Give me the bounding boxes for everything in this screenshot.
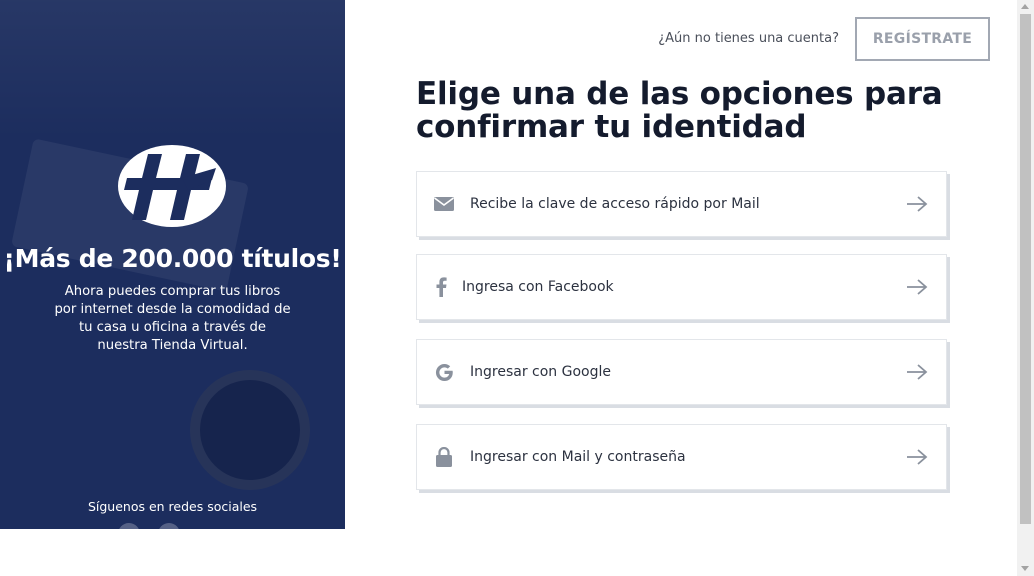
option-label: Ingresar con Google [470,364,611,380]
mail-icon [434,194,454,214]
lock-icon [434,447,454,467]
page-title: Elige una de las opciones para confirmar… [416,76,943,145]
register-button[interactable]: REGÍSTRATE [855,17,990,61]
social-icons [118,523,228,529]
scrollbar-thumb[interactable] [1020,14,1031,524]
social-label: Síguenos en redes sociales [87,499,258,514]
google-icon [434,362,454,382]
option-mail-password[interactable]: Ingresar con Mail y contraseña [416,424,947,490]
promo-panel: ¡Más de 200.000 títulos! Ahora puedes co… [0,0,345,529]
option-label: Ingresar con Mail y contraseña [470,449,686,465]
option-label: Ingresa con Facebook [462,279,614,295]
arrow-right-icon [907,279,928,295]
scroll-down-icon[interactable] [1021,566,1029,571]
social-icon[interactable] [158,523,180,529]
social-icon[interactable] [118,523,140,529]
background-coffee-cup [190,370,310,490]
account-question: ¿Aún no tienes una cuenta? [658,31,839,46]
promo-headline: ¡Más de 200.000 títulos! [3,244,342,273]
scroll-up-icon[interactable] [1021,4,1029,9]
promo-description: Ahora puedes comprar tus libros por inte… [54,284,291,353]
arrow-right-icon [907,449,928,465]
option-mail-quick-access[interactable]: Recibe la clave de acceso rápido por Mai… [416,171,947,237]
brand-logo [118,145,226,227]
facebook-icon [431,277,451,297]
arrow-right-icon [907,196,928,212]
arrow-right-icon [907,364,928,380]
background-shading [0,0,345,140]
option-facebook[interactable]: Ingresa con Facebook [416,254,947,320]
option-google[interactable]: Ingresar con Google [416,339,947,405]
option-label: Recibe la clave de acceso rápido por Mai… [470,196,760,212]
vertical-scrollbar[interactable] [1017,0,1034,576]
